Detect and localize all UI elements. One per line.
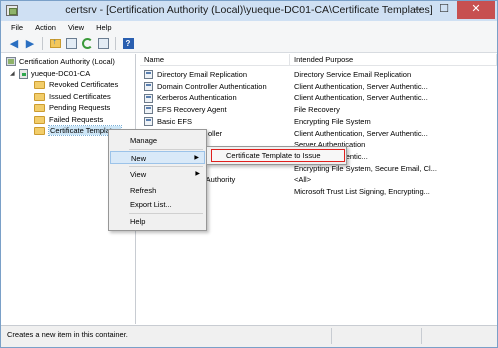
- mmc-window: certsrv - [Certification Authority (Loca…: [0, 0, 498, 348]
- context-menu-export-list[interactable]: Export List...: [110, 198, 205, 211]
- intended-purpose-cell: Client Authentication, Server Authentic.…: [294, 93, 428, 103]
- context-menu-label: Export List...: [130, 200, 172, 209]
- folder-icon: [34, 115, 45, 124]
- context-menu-view[interactable]: View ▶: [110, 168, 205, 181]
- template-name: Directory Email Replication: [157, 70, 248, 79]
- properties-icon[interactable]: [64, 37, 78, 51]
- template-name-cell: Basic EFS: [144, 116, 292, 128]
- menu-help[interactable]: Help: [90, 21, 117, 35]
- tree-root-label: Certification Authority (Local): [19, 57, 115, 66]
- template-name-cell: Kerberos Authentication: [144, 92, 292, 104]
- window-controls: – ☐ ✕: [405, 1, 495, 19]
- submenu-arrow-icon: ▶: [194, 155, 199, 161]
- toolbar: ◀ ▶ ?: [1, 35, 497, 53]
- tree-ca-node[interactable]: ◢ yueque-DC01-CA: [10, 68, 90, 79]
- template-name: Basic EFS: [157, 116, 193, 126]
- help-icon[interactable]: ?: [121, 37, 135, 51]
- export-icon[interactable]: [96, 37, 110, 51]
- tree-item-label: Revoked Certificates: [49, 80, 119, 89]
- context-menu-manage[interactable]: Manage: [110, 134, 205, 147]
- certificate-template-icon: [144, 70, 153, 80]
- table-row[interactable]: Basic EFS Encrypting File System: [140, 116, 497, 128]
- context-menu-help[interactable]: Help: [110, 215, 205, 228]
- table-row[interactable]: Domain Controller Authentication Client A…: [140, 81, 497, 93]
- title-bar[interactable]: certsrv - [Certification Authority (Loca…: [1, 1, 497, 21]
- tree-item-label: Issued Certificates: [49, 92, 111, 101]
- up-folder-icon[interactable]: [48, 37, 62, 51]
- menu-separator: [129, 149, 203, 150]
- context-menu-label: View: [130, 170, 147, 179]
- intended-purpose-cell: Directory Service Email Replication: [294, 70, 412, 79]
- tree-ca-label: yueque-DC01-CA: [31, 69, 91, 78]
- status-text: Creates a new item in this container.: [7, 330, 128, 339]
- table-row[interactable]: EFS Recovery Agent File Recovery: [140, 104, 497, 116]
- certificate-template-icon: [144, 105, 153, 115]
- certificate-template-icon: [144, 82, 153, 92]
- tree-item-pending-requests[interactable]: Pending Requests: [34, 102, 110, 113]
- back-icon[interactable]: ◀: [7, 37, 21, 51]
- template-name: EFS Recovery Agent: [157, 105, 227, 115]
- context-menu-new[interactable]: New ▶: [110, 151, 205, 164]
- toolbar-divider: [42, 37, 43, 50]
- menu-bar: File Action View Help: [1, 21, 497, 35]
- collapse-icon[interactable]: ◢: [10, 70, 17, 77]
- certificate-template-icon: [144, 93, 153, 103]
- submenu-arrow-icon: ▶: [195, 171, 200, 177]
- intended-purpose-cell: Client Authentication, Server Authentic.…: [294, 81, 428, 91]
- status-divider: [421, 328, 422, 344]
- folder-icon: [34, 103, 45, 112]
- column-header-name[interactable]: Name: [140, 54, 290, 66]
- certification-authority-icon: [6, 57, 16, 66]
- certificate-template-icon: [144, 117, 153, 127]
- menu-separator: [129, 213, 203, 214]
- menu-action[interactable]: Action: [29, 21, 62, 35]
- tree-root[interactable]: Certification Authority (Local): [6, 56, 115, 67]
- tree-item-label: Pending Requests: [49, 103, 111, 112]
- tree-item-failed-requests[interactable]: Failed Requests: [34, 114, 103, 125]
- close-button[interactable]: ✕: [457, 1, 495, 19]
- intended-purpose-cell: Encrypting File System: [294, 116, 371, 126]
- refresh-icon[interactable]: [80, 37, 94, 51]
- new-submenu: Certificate Template to Issue: [206, 146, 347, 165]
- menu-file[interactable]: File: [5, 21, 29, 35]
- context-menu-label: New: [131, 154, 147, 163]
- table-row[interactable]: Directory Email Replication Directory Ser…: [140, 69, 497, 81]
- context-menu: Manage New ▶ View ▶ Refresh Export List...…: [108, 129, 207, 231]
- template-name: Domain Controller Authentication: [157, 81, 267, 91]
- table-row[interactable]: Kerberos Authentication Client Authentica…: [140, 92, 497, 104]
- intended-purpose-cell: Microsoft Trust List Signing, Encrypting…: [294, 187, 430, 196]
- forward-icon[interactable]: ▶: [23, 37, 37, 51]
- context-menu-label: Help: [130, 217, 146, 226]
- context-menu-refresh[interactable]: Refresh: [110, 184, 205, 197]
- template-name: Kerberos Authentication: [157, 93, 237, 103]
- certificate-template-to-issue-item[interactable]: Certificate Template to Issue: [211, 149, 345, 162]
- ca-server-icon: [19, 68, 28, 79]
- column-header-intended-purpose[interactable]: Intended Purpose: [290, 54, 497, 66]
- template-name-cell: Directory Email Replication: [144, 69, 292, 81]
- status-divider: [331, 328, 332, 344]
- tree-item-revoked-certificates[interactable]: Revoked Certificates: [34, 79, 118, 90]
- minimize-button[interactable]: –: [405, 1, 431, 19]
- folder-icon: [34, 80, 45, 89]
- tree-item-issued-certificates[interactable]: Issued Certificates: [34, 91, 111, 102]
- template-name-cell: EFS Recovery Agent: [144, 104, 292, 116]
- tree-item-label: Failed Requests: [49, 115, 104, 124]
- status-bar: Creates a new item in this container.: [1, 325, 497, 347]
- menu-view[interactable]: View: [62, 21, 90, 35]
- maximize-button[interactable]: ☐: [431, 1, 457, 19]
- folder-icon: [34, 126, 45, 135]
- folder-icon: [34, 92, 45, 101]
- template-name-cell: Domain Controller Authentication: [144, 81, 292, 93]
- context-menu-label: Manage: [130, 136, 158, 145]
- menu-separator: [129, 166, 203, 167]
- intended-purpose-cell: Client Authentication, Server Authentic.…: [294, 128, 428, 138]
- intended-purpose-cell: File Recovery: [294, 105, 340, 115]
- toolbar-divider: [115, 37, 116, 50]
- intended-purpose-cell: <All>: [294, 175, 312, 185]
- context-menu-label: Refresh: [130, 186, 157, 195]
